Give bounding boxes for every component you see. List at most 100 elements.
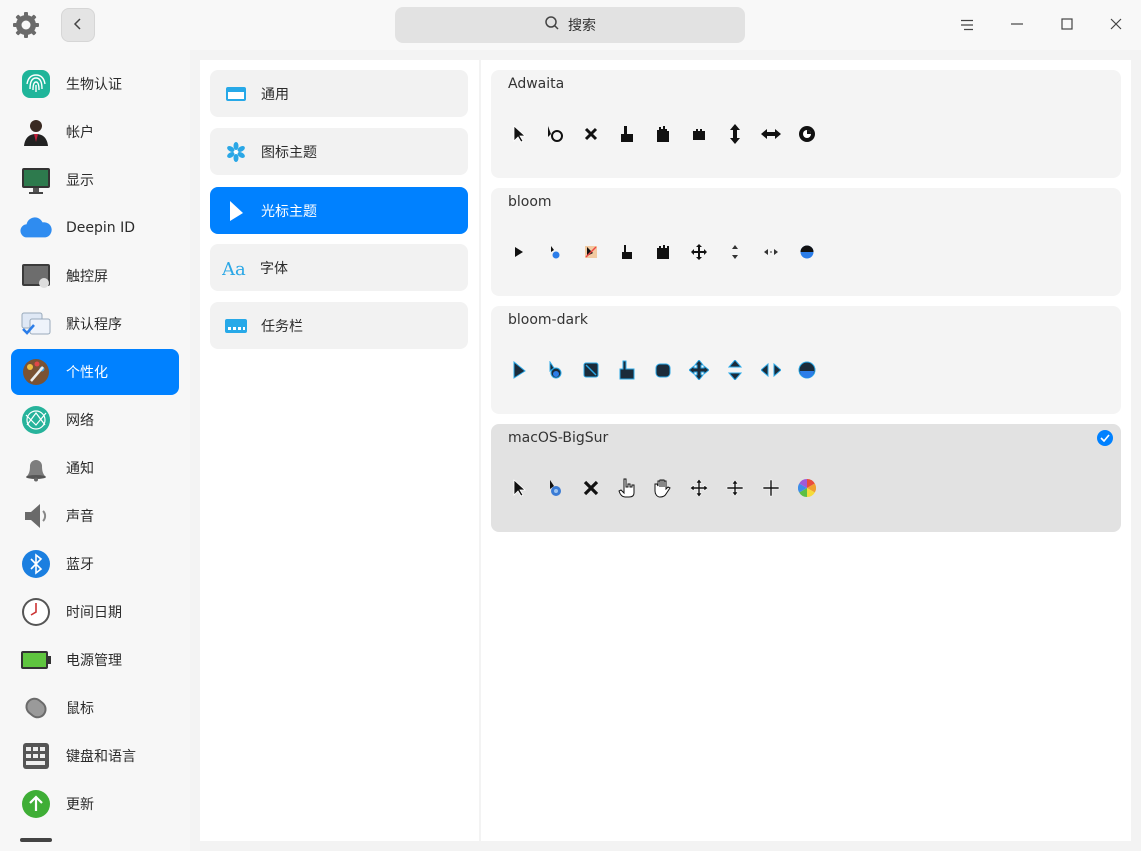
settings-gear-icon <box>10 9 42 41</box>
bluetooth-icon <box>20 548 52 580</box>
move-cursor-icon <box>681 476 717 500</box>
nav-item-update[interactable]: 更新 <box>11 781 179 827</box>
nav-item-keyboard[interactable]: 键盘和语言 <box>11 733 179 779</box>
minimize-button[interactable] <box>1000 8 1034 42</box>
nav-item-touchscreen[interactable]: 触控屏 <box>11 253 179 299</box>
nav-label: Deepin ID <box>66 220 136 236</box>
pointer-hand-cursor-icon <box>609 240 645 264</box>
nav-label: 时间日期 <box>66 605 122 621</box>
nav-label: 网络 <box>66 413 94 429</box>
arrow-cursor-icon <box>501 358 537 382</box>
cursor-preview-row <box>501 476 825 500</box>
menu-item-general[interactable]: 通用 <box>210 70 468 117</box>
chevron-left-icon <box>72 16 84 35</box>
theme-card-bloom-dark[interactable]: bloom-dark <box>491 306 1121 414</box>
open-hand-cursor-icon <box>645 240 681 264</box>
nav-item-mouse[interactable]: 鼠标 <box>11 685 179 731</box>
minimize-icon <box>1010 16 1024 35</box>
grab-hand-cursor-icon <box>681 122 717 146</box>
nav-label: 鼠标 <box>66 701 94 717</box>
theme-card-macos-bigsur[interactable]: macOS-BigSur <box>491 424 1121 532</box>
theme-card-adwaita[interactable]: Adwaita <box>491 70 1121 178</box>
menu-item-label: 图标主题 <box>261 144 317 161</box>
theme-name: bloom <box>508 194 552 210</box>
nav-item-default-apps[interactable]: 默认程序 <box>11 301 179 347</box>
cloud-icon <box>20 212 52 244</box>
spinner-cursor-icon <box>789 358 825 382</box>
title-bar: 搜索 <box>0 0 1141 50</box>
account-icon <box>20 116 52 148</box>
cursor-theme-list: Adwaita bloom bloom-dark macOS-BigSur <box>481 60 1131 841</box>
network-icon <box>20 404 52 436</box>
open-hand-cursor-icon <box>645 122 681 146</box>
theme-name: Adwaita <box>508 76 565 92</box>
menu-item-label: 字体 <box>260 260 288 277</box>
nav-item-biometric[interactable]: 生物认证 <box>11 61 179 107</box>
nav-item-deepin-id[interactable]: Deepin ID <box>11 205 179 251</box>
personalization-menu: 通用 图标主题 光标主题 Aa 字体 任务栏 <box>200 60 479 841</box>
window-icon <box>225 83 247 105</box>
nav-item-sound[interactable]: 声音 <box>11 493 179 539</box>
touchscreen-icon <box>20 260 52 292</box>
menu-item-icon-theme[interactable]: 图标主题 <box>210 128 468 175</box>
display-icon <box>20 164 52 196</box>
nav-label: 电源管理 <box>66 653 122 669</box>
menu-item-cursor-theme[interactable]: 光标主题 <box>210 187 468 234</box>
nav-item-power[interactable]: 电源管理 <box>11 637 179 683</box>
default-apps-icon <box>20 308 52 340</box>
nav-label: 通知 <box>66 461 94 477</box>
menu-item-label: 光标主题 <box>261 203 317 220</box>
resize-vertical-cursor-icon <box>717 358 753 382</box>
nav-item-datetime[interactable]: 时间日期 <box>11 589 179 635</box>
crosshair-cursor-icon <box>753 476 789 500</box>
busy-cursor-icon <box>537 122 573 146</box>
fingerprint-icon <box>20 68 52 100</box>
not-allowed-cursor-icon <box>573 358 609 382</box>
resize-vertical-cursor-icon <box>717 240 753 264</box>
nav-item-notification[interactable]: 通知 <box>11 445 179 491</box>
search-input[interactable]: 搜索 <box>395 7 745 43</box>
nav-item-bluetooth[interactable]: 蓝牙 <box>11 541 179 587</box>
nav-item-personalization[interactable]: 个性化 <box>11 349 179 395</box>
font-icon: Aa <box>222 257 250 279</box>
grab-hand-cursor-icon <box>645 358 681 382</box>
resize-horizontal-cursor-icon <box>753 358 789 382</box>
clock-icon <box>20 596 52 628</box>
cursor-icon <box>225 200 247 222</box>
cursor-preview-row <box>501 358 825 382</box>
settings-sidebar: 生物认证 帐户 显示 Deepin ID 触控屏 默认程序 个性化 网络 通知 … <box>0 50 190 851</box>
spinner-color-wheel-icon <box>789 476 825 500</box>
selected-checkmark-icon <box>1097 430 1113 446</box>
busy-cursor-icon <box>537 476 573 500</box>
menu-button[interactable] <box>950 8 984 42</box>
menu-item-font[interactable]: Aa 字体 <box>210 244 468 291</box>
nav-label: 默认程序 <box>66 317 122 333</box>
nav-item-network[interactable]: 网络 <box>11 397 179 443</box>
x-cursor-icon <box>573 122 609 146</box>
theme-card-bloom[interactable]: bloom <box>491 188 1121 296</box>
search-placeholder: 搜索 <box>568 18 596 34</box>
speaker-icon <box>20 500 52 532</box>
arrow-cursor-icon <box>501 122 537 146</box>
maximize-button[interactable] <box>1050 8 1084 42</box>
back-button[interactable] <box>61 8 95 42</box>
nav-item-account[interactable]: 帐户 <box>11 109 179 155</box>
nav-label: 帐户 <box>66 125 94 141</box>
busy-cursor-icon <box>537 358 573 382</box>
close-button[interactable] <box>1099 8 1133 42</box>
busy-cursor-icon <box>537 240 573 264</box>
resize-cursor-icon <box>717 476 753 500</box>
search-icon <box>544 15 560 35</box>
taskbar-icon <box>225 315 247 337</box>
nav-label: 更新 <box>66 797 94 813</box>
menu-item-label: 通用 <box>261 86 289 103</box>
arrow-cursor-icon <box>501 476 537 500</box>
nav-item-partial <box>20 838 52 842</box>
menu-item-taskbar[interactable]: 任务栏 <box>210 302 468 349</box>
resize-horizontal-cursor-icon <box>753 240 789 264</box>
open-hand-cursor-icon <box>645 476 681 500</box>
nav-item-display[interactable]: 显示 <box>11 157 179 203</box>
nav-label: 键盘和语言 <box>66 749 136 765</box>
battery-icon <box>20 644 52 676</box>
nav-label: 触控屏 <box>66 269 108 285</box>
